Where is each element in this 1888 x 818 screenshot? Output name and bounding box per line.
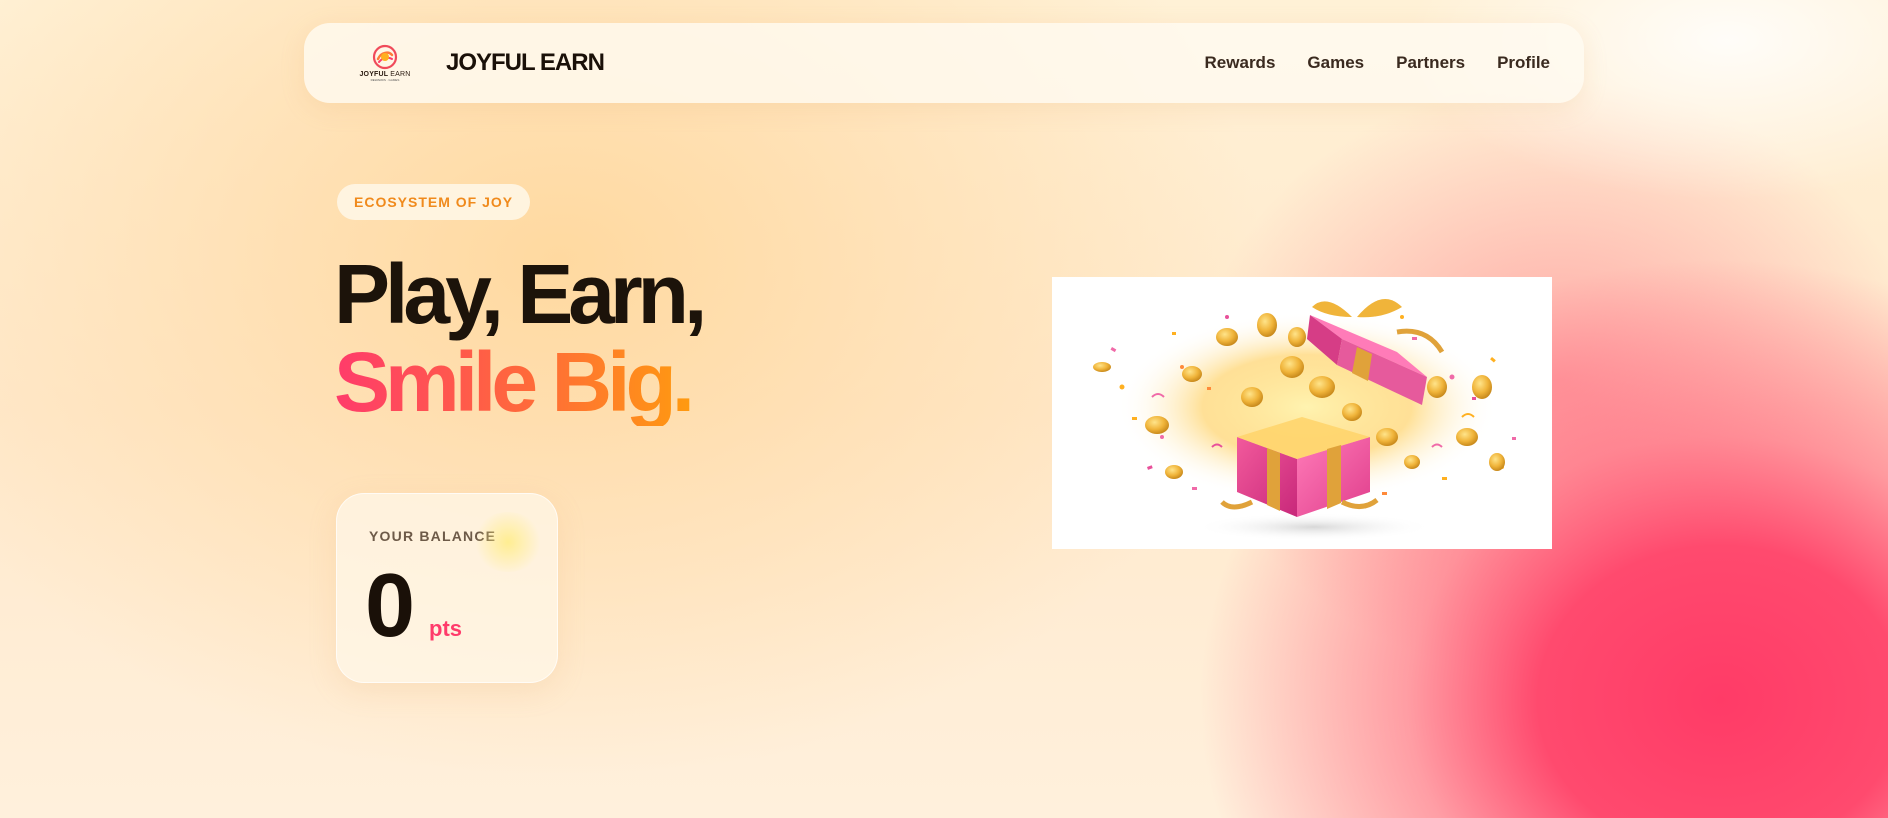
hero-badge: ECOSYSTEM OF JOY (337, 184, 531, 220)
balance-unit: pts (429, 616, 462, 641)
headline-line-2: Smile Big. (334, 335, 695, 429)
brand-name[interactable]: JOYFUL EARN (446, 49, 605, 77)
balance-card: YOUR BALANCE 0 pts (336, 493, 558, 683)
logo-wordmark: JOYFUL EARN (359, 71, 411, 78)
nav-links: Rewards Games Partners Profile (1205, 53, 1550, 73)
balance-value: 0 (365, 556, 416, 656)
logo[interactable]: JOYFUL EARN REWARDS · GAMES (354, 41, 416, 85)
nav-link-rewards[interactable]: Rewards (1205, 53, 1276, 73)
gift-box-illustration (1093, 299, 1516, 541)
hero-headline: Play, Earn, Smile Big. (334, 247, 707, 429)
nav-link-partners[interactable]: Partners (1396, 53, 1465, 73)
nav-link-profile[interactable]: Profile (1497, 53, 1550, 73)
logo-swirl-icon (372, 44, 398, 70)
headline-line-1: Play, Earn, (334, 247, 707, 341)
hero-gift-box-image (1052, 277, 1552, 549)
top-navbar: JOYFUL EARN REWARDS · GAMES JOYFUL EARN … (304, 23, 1584, 103)
nav-link-games[interactable]: Games (1307, 53, 1364, 73)
balance-label: YOUR BALANCE (369, 528, 497, 544)
logo-tagline: REWARDS · GAMES (370, 78, 400, 82)
landing-page: JOYFUL EARN REWARDS · GAMES JOYFUL EARN … (0, 0, 1888, 818)
